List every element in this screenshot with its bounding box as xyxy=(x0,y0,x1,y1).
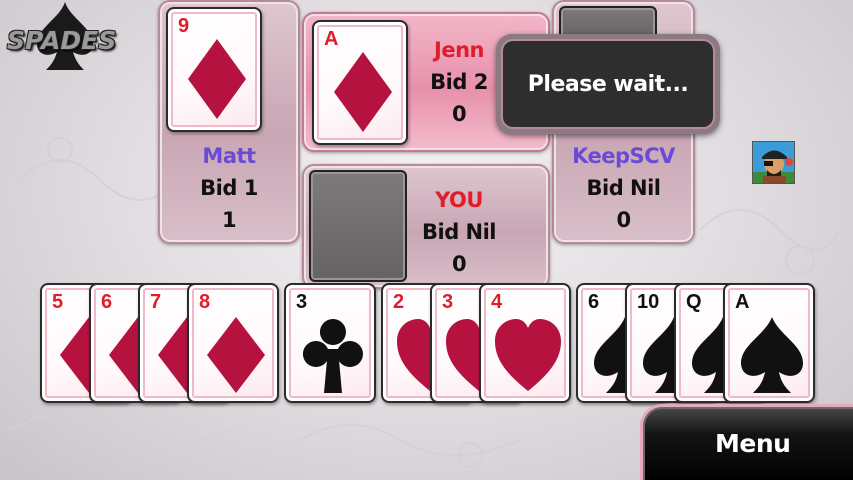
player-tricks-east: 0 xyxy=(616,208,631,232)
card-rank: 6 xyxy=(588,291,600,313)
card-rank: 10 xyxy=(637,291,660,313)
played-card-west: 9 xyxy=(166,7,262,132)
hand-card[interactable]: 3 xyxy=(284,283,376,403)
heart-icon xyxy=(495,319,561,391)
hand-card[interactable]: 4 xyxy=(479,283,571,403)
diamond-icon xyxy=(207,317,265,393)
diamond-icon xyxy=(334,52,392,132)
hand-card[interactable]: 8 xyxy=(187,283,279,403)
card-rank: 4 xyxy=(491,291,503,313)
please-wait-dialog: Please wait... xyxy=(496,34,720,134)
logo-text: SPADES xyxy=(7,26,117,55)
player-bid-west: Bid 1 xyxy=(200,176,258,200)
spade-icon xyxy=(741,317,803,393)
card-rank: 7 xyxy=(150,291,162,313)
diamond-icon xyxy=(188,39,246,119)
spades-logo: SPADES xyxy=(2,0,132,72)
club-icon xyxy=(302,319,363,393)
player-name-east: KeepSCV xyxy=(572,144,675,168)
player-tricks-west: 1 xyxy=(221,208,237,232)
dialog-text: Please wait... xyxy=(501,39,715,129)
card-rank: Q xyxy=(686,291,702,313)
card-rank: 8 xyxy=(199,291,211,313)
player-bid-east: Bid Nil xyxy=(586,176,661,200)
menu-button[interactable]: Menu xyxy=(640,404,853,480)
player-name-west: Matt xyxy=(202,144,256,168)
card-rank: 5 xyxy=(52,291,64,313)
played-card-slot-south xyxy=(309,170,407,282)
menu-label: Menu xyxy=(715,429,791,458)
card-rank: 3 xyxy=(442,291,454,313)
played-card-north: A xyxy=(312,20,408,145)
hand-card[interactable]: A xyxy=(723,283,815,403)
card-rank: A xyxy=(735,291,750,313)
pirate-avatar-icon[interactable] xyxy=(752,141,795,184)
card-rank: 6 xyxy=(101,291,113,313)
card-rank: 3 xyxy=(296,291,308,313)
card-rank: 2 xyxy=(393,291,405,313)
